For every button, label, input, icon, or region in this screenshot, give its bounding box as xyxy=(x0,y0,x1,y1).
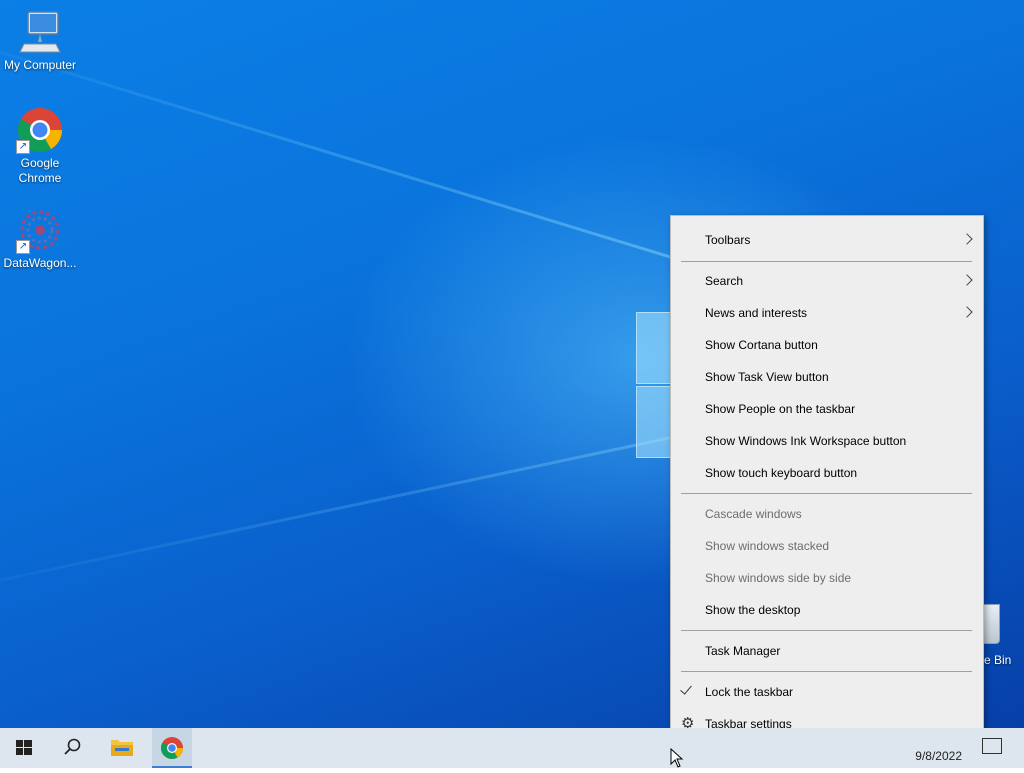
chevron-right-icon xyxy=(961,274,973,286)
menu-separator xyxy=(681,671,972,672)
menu-item-show-people[interactable]: Show People on the taskbar xyxy=(671,394,983,424)
menu-item-task-manager[interactable]: Task Manager xyxy=(671,636,983,666)
desktop-icon-google-chrome[interactable]: ↗ Google Chrome xyxy=(0,106,80,186)
taskbar-search-button[interactable] xyxy=(48,728,96,768)
menu-item-label: Task Manager xyxy=(705,644,781,658)
menu-item-windows-side-by-side: Show windows side by side xyxy=(671,563,983,593)
menu-separator xyxy=(681,630,972,631)
menu-item-label: Toolbars xyxy=(705,233,751,247)
menu-item-label: News and interests xyxy=(705,306,808,320)
shortcut-arrow-icon: ↗ xyxy=(16,240,30,254)
menu-item-label: Cascade windows xyxy=(705,507,802,521)
mouse-cursor-icon xyxy=(670,748,684,768)
menu-item-lock-taskbar[interactable]: Lock the taskbar xyxy=(671,677,983,707)
menu-item-label: Show Cortana button xyxy=(705,338,818,352)
menu-item-news-and-interests[interactable]: News and interests xyxy=(671,298,983,328)
desktop-icon-label: My Computer xyxy=(3,58,77,72)
taskbar-chrome[interactable] xyxy=(152,728,192,768)
taskbar-context-menu: Toolbars Search News and interests Show … xyxy=(670,215,984,747)
action-center-icon[interactable] xyxy=(982,738,1002,754)
chrome-icon xyxy=(161,737,183,759)
desktop-icon-my-computer[interactable]: My Computer xyxy=(0,8,80,73)
menu-item-label: Lock the taskbar xyxy=(705,685,794,699)
shortcut-arrow-icon: ↗ xyxy=(16,140,30,154)
menu-item-windows-stacked: Show windows stacked xyxy=(671,531,983,561)
menu-separator xyxy=(681,261,972,262)
chrome-icon: ↗ xyxy=(16,106,64,154)
menu-item-label: Show touch keyboard button xyxy=(705,466,858,480)
menu-item-label: Search xyxy=(705,274,744,288)
menu-item-toolbars[interactable]: Toolbars xyxy=(671,225,983,255)
datawagon-icon: ↗ xyxy=(16,206,64,254)
start-button[interactable] xyxy=(0,728,48,768)
menu-item-cascade-windows: Cascade windows xyxy=(671,499,983,529)
taskbar: 9/8/2022 xyxy=(0,728,1024,768)
menu-item-label: Show People on the taskbar xyxy=(705,402,856,416)
light-beam xyxy=(0,20,762,287)
menu-separator xyxy=(681,493,972,494)
menu-item-label: Show Windows Ink Workspace button xyxy=(705,434,907,448)
menu-item-show-task-view[interactable]: Show Task View button xyxy=(671,362,983,392)
menu-item-label: Show windows side by side xyxy=(705,571,852,585)
taskbar-clock[interactable]: 9/8/2022 xyxy=(900,728,976,768)
search-icon xyxy=(64,738,81,755)
folder-icon xyxy=(111,740,133,756)
menu-item-show-ink-workspace[interactable]: Show Windows Ink Workspace button xyxy=(671,426,983,456)
checkmark-icon xyxy=(680,682,692,695)
menu-item-show-desktop[interactable]: Show the desktop xyxy=(671,595,983,625)
computer-icon xyxy=(16,8,64,56)
menu-item-label: Show the desktop xyxy=(705,603,801,617)
desktop-icon-datawagon[interactable]: ↗ DataWagon... xyxy=(0,206,80,271)
menu-item-label: Show Task View button xyxy=(705,370,829,384)
chevron-right-icon xyxy=(961,233,973,245)
chevron-right-icon xyxy=(961,306,973,318)
menu-item-show-touch-keyboard[interactable]: Show touch keyboard button xyxy=(671,458,983,488)
menu-item-label: Show windows stacked xyxy=(705,539,830,553)
windows-start-icon xyxy=(16,740,32,755)
recycle-bin-label: e Bin xyxy=(984,653,1012,667)
desktop-icon-label: DataWagon... xyxy=(3,256,77,270)
date-text: 9/8/2022 xyxy=(915,749,962,763)
menu-item-show-cortana[interactable]: Show Cortana button xyxy=(671,330,983,360)
taskbar-file-explorer[interactable] xyxy=(98,728,146,768)
desktop-icon-label: Google Chrome xyxy=(18,156,62,185)
menu-item-search[interactable]: Search xyxy=(671,266,983,296)
